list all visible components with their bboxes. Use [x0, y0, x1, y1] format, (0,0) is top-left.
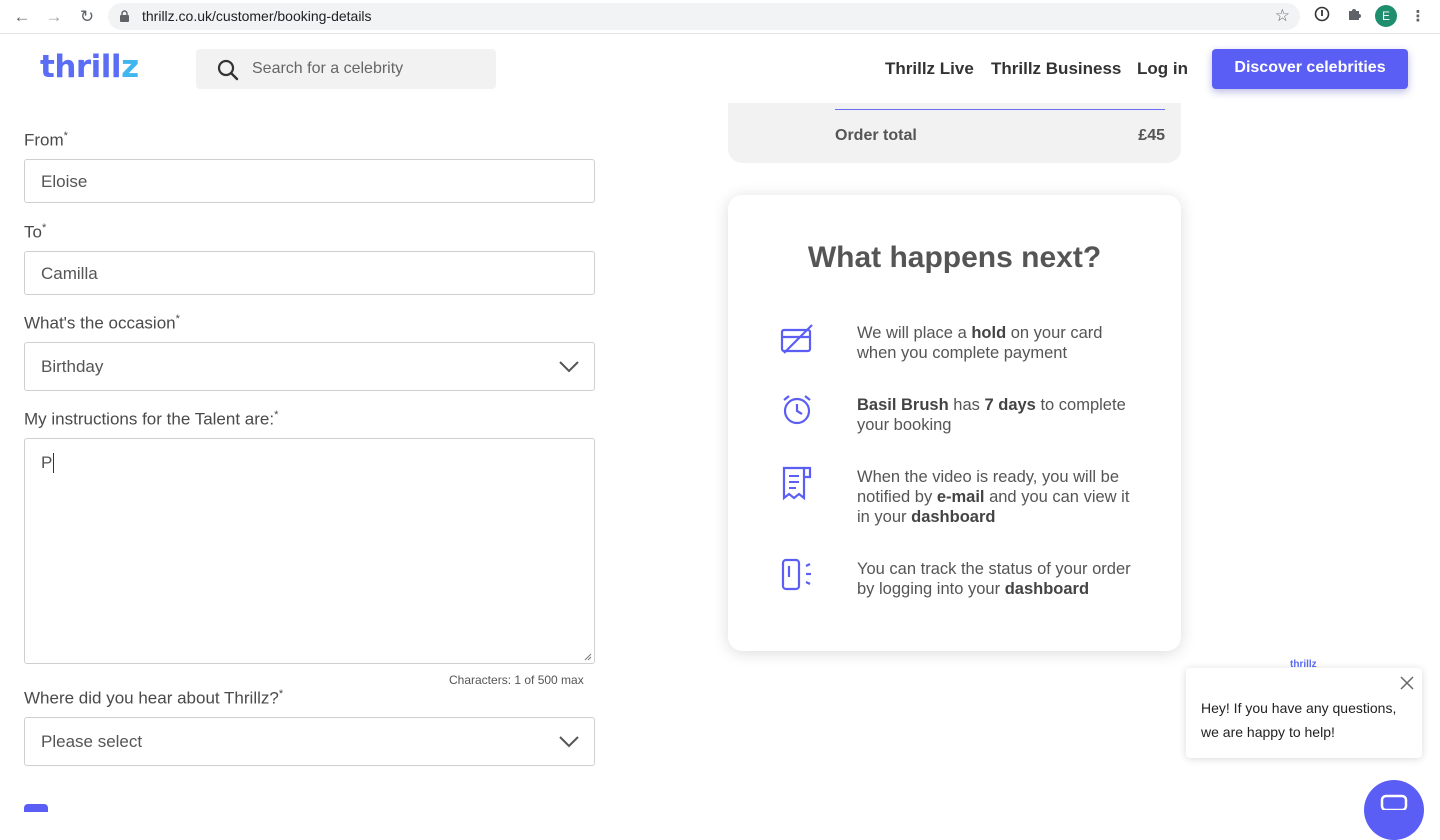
site-header: thrillz Search for a celebrity Thrillz L…	[0, 35, 1440, 103]
step-3-text: When the video is ready, you will be not…	[857, 468, 1130, 526]
lock-icon	[120, 10, 129, 22]
order-total-label: Order total	[835, 127, 917, 144]
nav-thrillz-live[interactable]: Thrillz Live	[885, 59, 974, 79]
instructions-label: My instructions for the Talent are:*	[24, 409, 279, 429]
phone-status-icon	[781, 558, 811, 591]
resize-handle-icon[interactable]	[584, 653, 592, 661]
profile-avatar[interactable]: E	[1375, 5, 1397, 27]
receipt-icon	[782, 466, 812, 501]
reload-icon[interactable]: ↻	[76, 6, 98, 28]
step-1-text: We will place a hold on your card when y…	[857, 324, 1103, 362]
card-hold-icon	[780, 324, 813, 354]
chat-popup[interactable]: Hey! If you have any questions, we are h…	[1186, 668, 1422, 758]
chevron-down-icon	[559, 361, 579, 373]
to-label: To*	[24, 222, 47, 242]
forward-icon[interactable]: →	[43, 6, 65, 28]
to-field[interactable]: Camilla	[24, 251, 595, 295]
checkbox[interactable]	[24, 804, 48, 812]
address-bar[interactable]: thrillz.co.uk/customer/booking-details ☆	[108, 3, 1300, 30]
occasion-select[interactable]: Birthday	[24, 342, 595, 391]
divider	[835, 109, 1165, 110]
chat-icon	[1380, 794, 1408, 812]
step-4-text: You can track the status of your order b…	[857, 560, 1131, 598]
what-happens-next-card: What happens next? We will place a hold …	[728, 195, 1181, 651]
heard-about-select[interactable]: Please select	[24, 717, 595, 766]
search-placeholder: Search for a celebrity	[252, 60, 404, 77]
nav-thrillz-business[interactable]: Thrillz Business	[991, 59, 1121, 79]
puzzle-icon[interactable]	[1343, 6, 1365, 28]
discover-celebrities-button[interactable]: Discover celebrities	[1212, 49, 1408, 89]
search-icon	[217, 59, 239, 81]
thrillz-logo[interactable]: thrillz	[40, 49, 139, 85]
alarm-clock-icon	[783, 395, 811, 425]
order-total-value: £45	[1138, 127, 1165, 144]
occasion-label: What's the occasion*	[24, 313, 180, 333]
heard-label: Where did you hear about Thrillz?*	[24, 688, 284, 708]
star-icon[interactable]: ☆	[1275, 6, 1290, 26]
url-text: thrillz.co.uk/customer/booking-details	[142, 8, 372, 24]
close-icon[interactable]	[1400, 676, 1414, 690]
character-counter: Characters: 1 of 500 max	[449, 673, 584, 687]
chevron-down-icon	[559, 736, 579, 748]
back-icon[interactable]: ←	[11, 6, 33, 28]
search-input[interactable]: Search for a celebrity	[196, 49, 496, 89]
browser-toolbar: ← → ↻ thrillz.co.uk/customer/booking-det…	[0, 0, 1440, 34]
chat-launcher-button[interactable]	[1364, 780, 1424, 840]
order-summary: Order total £45	[728, 103, 1181, 163]
step-2-text: Basil Brush has 7 days to complete your …	[857, 396, 1126, 434]
menu-icon[interactable]: ⋮	[1407, 6, 1429, 28]
chat-message: Hey! If you have any questions, we are h…	[1201, 700, 1397, 740]
from-field[interactable]: Eloise	[24, 159, 595, 203]
next-steps-title: What happens next?	[807, 241, 1102, 274]
extension-icon[interactable]	[1311, 6, 1333, 28]
from-label: From*	[24, 130, 68, 150]
nav-log-in[interactable]: Log in	[1137, 59, 1188, 79]
instructions-textarea[interactable]: P	[24, 438, 595, 664]
